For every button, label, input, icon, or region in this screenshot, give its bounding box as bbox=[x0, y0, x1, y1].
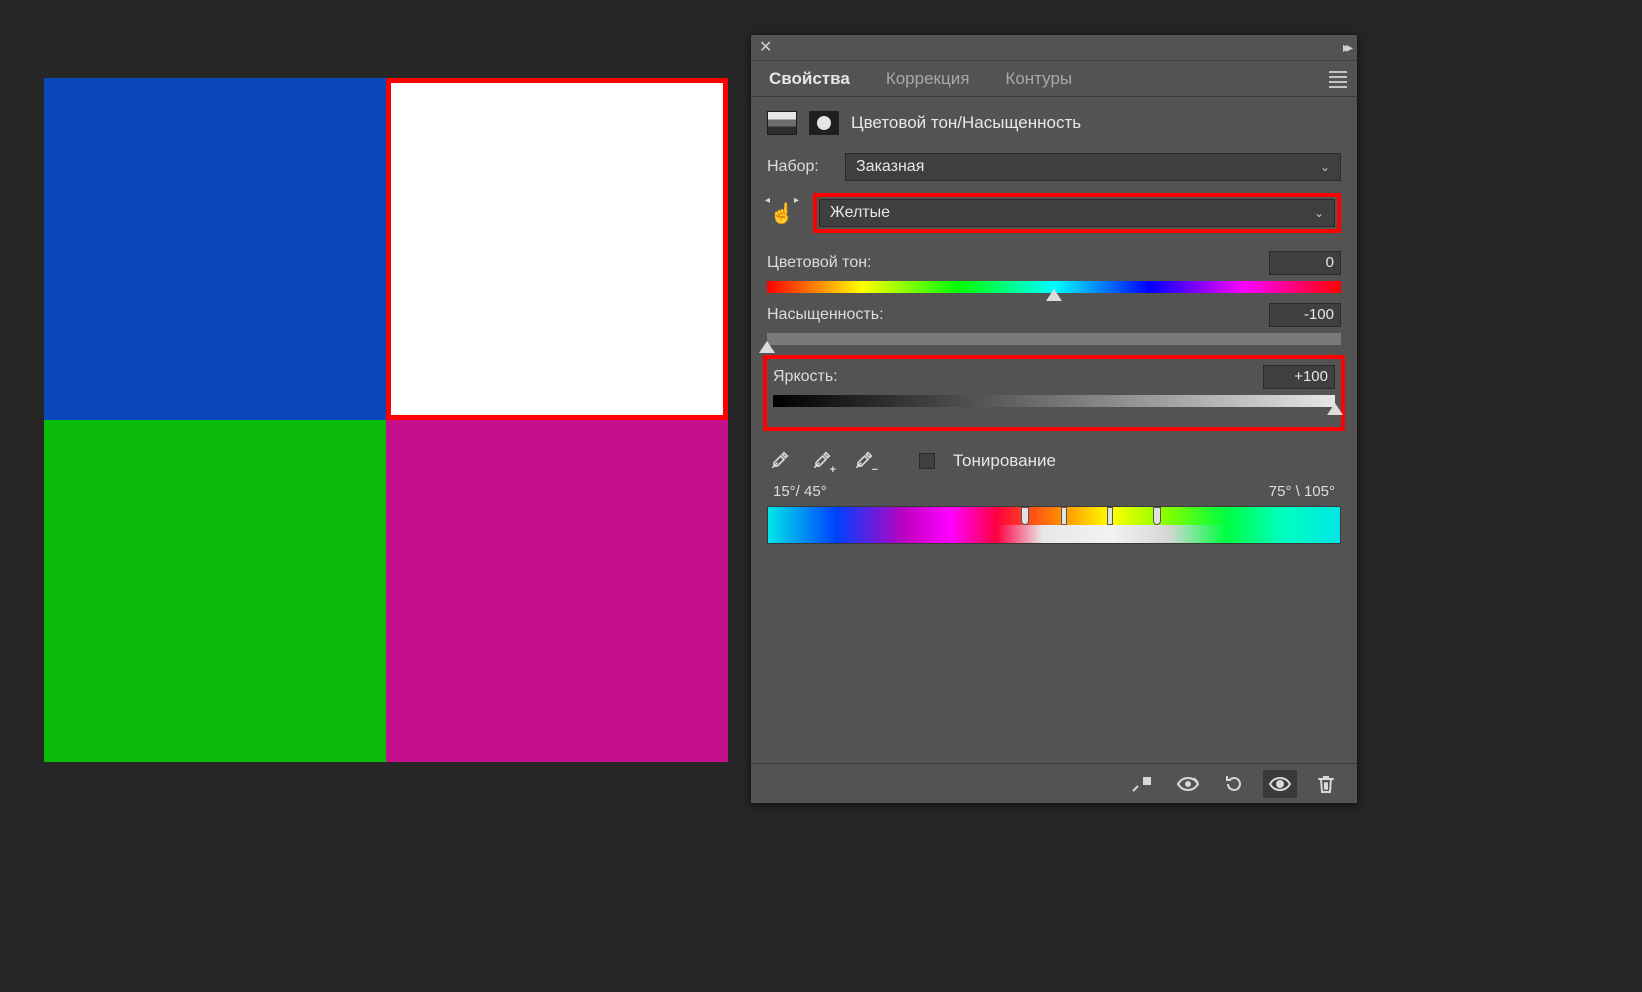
layer-mask-icon[interactable] bbox=[809, 111, 839, 135]
chevron-down-icon: ⌄ bbox=[1320, 160, 1330, 174]
edit-row: ☝ Желтые ⌄ bbox=[767, 193, 1341, 233]
hue-sat-icon bbox=[767, 111, 797, 135]
lightness-value[interactable]: +100 bbox=[1263, 365, 1335, 389]
eyedropper-row: + − Тонирование bbox=[767, 449, 1341, 473]
eyedropper-icon[interactable] bbox=[767, 449, 791, 473]
panel-body: Цветовой тон/Насыщенность Набор: Заказна… bbox=[751, 97, 1357, 722]
saturation-thumb[interactable] bbox=[759, 341, 775, 353]
colorize-label: Тонирование bbox=[953, 451, 1056, 471]
lightness-slider: Яркость: +100 bbox=[769, 361, 1339, 425]
saturation-value[interactable]: -100 bbox=[1269, 303, 1341, 327]
swatch-blue bbox=[44, 78, 386, 420]
range-handle-inner-right[interactable] bbox=[1107, 507, 1113, 525]
color-strip-top bbox=[768, 507, 1340, 525]
collapse-icon[interactable]: ▸▸ bbox=[1343, 39, 1349, 56]
lightness-track[interactable] bbox=[773, 395, 1335, 407]
reset-icon[interactable] bbox=[1217, 770, 1251, 798]
edit-value: Желтые bbox=[830, 204, 890, 222]
panel-titlebar: ✕ ▸▸ bbox=[751, 35, 1357, 61]
adjustment-header: Цветовой тон/Насыщенность bbox=[767, 111, 1341, 135]
hue-label: Цветовой тон: bbox=[767, 254, 872, 272]
visibility-icon[interactable] bbox=[1263, 770, 1297, 798]
clip-to-layer-icon[interactable] bbox=[1125, 770, 1159, 798]
colorize-checkbox[interactable] bbox=[919, 453, 935, 469]
tab-properties[interactable]: Свойства bbox=[751, 61, 868, 96]
hue-track[interactable] bbox=[767, 281, 1341, 293]
preset-label: Набор: bbox=[767, 158, 835, 176]
saturation-track[interactable] bbox=[767, 333, 1341, 345]
tab-paths[interactable]: Контуры bbox=[987, 61, 1090, 96]
chevron-down-icon: ⌄ bbox=[1314, 206, 1324, 220]
preset-dropdown[interactable]: Заказная ⌄ bbox=[845, 153, 1341, 181]
color-strip-bottom bbox=[768, 525, 1340, 543]
targeted-adjust-icon[interactable]: ☝ bbox=[767, 199, 797, 227]
trash-icon[interactable] bbox=[1309, 770, 1343, 798]
close-icon[interactable]: ✕ bbox=[759, 40, 772, 56]
eyedropper-minus-icon[interactable]: − bbox=[851, 449, 875, 473]
saturation-slider: Насыщенность: -100 bbox=[767, 303, 1341, 345]
tab-adjustments[interactable]: Коррекция bbox=[868, 61, 988, 96]
properties-panel: ✕ ▸▸ Свойства Коррекция Контуры Цветовой… bbox=[750, 34, 1358, 804]
saturation-label: Насыщенность: bbox=[767, 306, 884, 324]
range-handle-inner-left[interactable] bbox=[1061, 507, 1067, 525]
panel-menu-icon[interactable] bbox=[1329, 71, 1347, 88]
edit-highlight: Желтые ⌄ bbox=[813, 193, 1341, 233]
panel-footer bbox=[751, 763, 1357, 803]
hue-slider: Цветовой тон: 0 bbox=[767, 251, 1341, 293]
swatch-green bbox=[44, 420, 386, 762]
range-handle-outer-right[interactable] bbox=[1153, 507, 1161, 525]
range-right: 75° \ 105° bbox=[1269, 483, 1335, 500]
adjustment-title: Цветовой тон/Насыщенность bbox=[851, 113, 1081, 133]
swatch-magenta bbox=[386, 420, 728, 762]
range-left: 15°/ 45° bbox=[773, 483, 827, 500]
swatch-white bbox=[386, 78, 728, 420]
hue-thumb[interactable] bbox=[1046, 289, 1062, 301]
view-previous-icon[interactable] bbox=[1171, 770, 1205, 798]
range-handle-outer-left[interactable] bbox=[1021, 507, 1029, 525]
range-values: 15°/ 45° 75° \ 105° bbox=[767, 483, 1341, 500]
color-range-strip[interactable] bbox=[767, 506, 1341, 544]
edit-dropdown[interactable]: Желтые ⌄ bbox=[819, 199, 1335, 227]
eyedropper-plus-icon[interactable]: + bbox=[809, 449, 833, 473]
lightness-thumb[interactable] bbox=[1327, 403, 1343, 415]
preset-value: Заказная bbox=[856, 158, 924, 176]
panel-tabs: Свойства Коррекция Контуры bbox=[751, 61, 1357, 97]
lightness-label: Яркость: bbox=[773, 368, 838, 386]
lightness-highlight: Яркость: +100 bbox=[763, 355, 1345, 431]
canvas-color-grid bbox=[44, 78, 728, 762]
preset-row: Набор: Заказная ⌄ bbox=[767, 153, 1341, 181]
hue-value[interactable]: 0 bbox=[1269, 251, 1341, 275]
